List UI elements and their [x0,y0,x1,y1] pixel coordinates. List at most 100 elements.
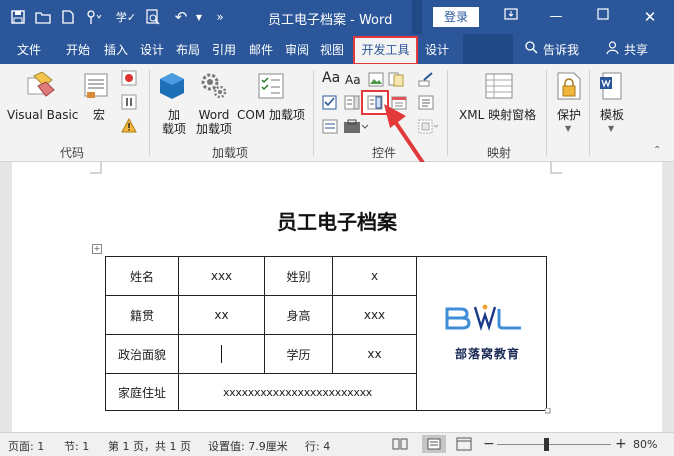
rich-text-control-icon[interactable]: Aa [322,71,340,85]
tab-insert[interactable]: 插入 [104,41,128,58]
status-section[interactable]: 节: 1 [64,438,89,454]
group-divider [546,70,547,156]
table-cell[interactable]: 家庭住址 [105,373,179,411]
login-button[interactable]: 登录 [433,7,479,27]
text-cursor [221,345,222,363]
visual-basic-button[interactable]: Visual Basic [7,108,78,122]
maximize-icon[interactable] [592,7,614,27]
table-cell[interactable]: 籍贯 [105,295,179,335]
table-cell-political-status[interactable] [178,334,265,374]
combo-box-control-icon[interactable] [344,95,360,113]
print-layout-icon[interactable] [422,435,446,453]
contextual-tab-background [463,34,513,64]
ribbon-display-icon[interactable] [500,7,522,27]
status-position[interactable]: 设置值: 7.9厘米 [208,438,288,454]
title-bar: 学✓ ↶ ▼ » 员工电子档案 - Word 登录 — ✕ [0,0,674,34]
macro-security-icon[interactable] [121,117,137,137]
more-icon[interactable]: » [210,7,230,27]
com-addins-button[interactable]: COM 加载项 [237,108,305,122]
table-cell-photo[interactable]: 部落窝教育 [416,256,547,411]
template-dropdown-icon[interactable]: ▼ [608,122,614,136]
save-icon[interactable] [8,7,28,27]
share-button[interactable]: 共享 [624,41,648,58]
protect-button[interactable]: 保护 [557,108,581,122]
tell-me-box[interactable]: 告诉我 [543,41,579,58]
plain-text-control-icon[interactable]: Aa [345,73,361,87]
blw-logo [445,304,521,331]
open-folder-icon[interactable] [33,7,53,27]
com-addins-icon [257,72,285,103]
repeating-section-control-icon[interactable] [322,119,338,137]
tab-developer[interactable]: 开发工具 [353,36,418,65]
table-resize-handle[interactable] [545,408,551,414]
tab-home[interactable]: 开始 [66,41,90,58]
visual-basic-icon [26,71,56,103]
tab-layout[interactable]: 布局 [176,41,200,58]
protect-icon [556,72,582,103]
table-cell[interactable]: 政治面貌 [105,334,179,374]
addins-button[interactable]: 加 载项 [160,108,188,136]
template-button[interactable]: 模板 [600,108,624,122]
record-macro-icon[interactable] [121,70,137,89]
touch-mode-icon[interactable] [82,7,106,27]
table-cell[interactable]: x [332,256,417,296]
pause-recording-icon[interactable] [121,94,137,113]
table-cell[interactable]: 姓别 [264,256,333,296]
collapse-ribbon-icon[interactable]: ⌃ [653,144,661,158]
table-cell[interactable]: xx [332,334,417,374]
table-cell-address[interactable]: xxxxxxxxxxxxxxxxxxxxxxxx [178,373,417,411]
web-layout-icon[interactable] [456,437,472,454]
group-divider [313,70,314,156]
status-page[interactable]: 页面: 1 [8,438,44,454]
addins-group-label: 加载项 [212,146,249,160]
table-cell[interactable]: xxx [178,256,265,296]
read-mode-icon[interactable] [392,437,408,454]
zoom-in-icon[interactable]: + [615,436,627,452]
zoom-slider-thumb[interactable] [544,438,549,451]
picture-control-icon[interactable] [368,72,384,90]
status-pages[interactable]: 第 1 页，共 1 页 [108,438,191,454]
ribbon: Visual Basic 宏 代码 加 载项 Word 加载项 COM 加载项 … [0,64,674,162]
document-page[interactable]: 员工电子档案 + 姓名 xxx 姓别 x 籍贯 xx 身高 xxx 政治面貌 学… [12,162,662,432]
table-cell[interactable]: xx [178,295,265,335]
tab-references[interactable]: 引用 [212,41,236,58]
spelling-icon[interactable]: 学✓ [115,7,137,27]
xml-mapping-pane-button[interactable]: XML 映射窗格 [459,108,536,122]
tab-view[interactable]: 视图 [320,41,344,58]
undo-dropdown-icon[interactable]: ▼ [192,7,206,27]
margin-corner-mark [550,162,562,174]
undo-icon[interactable]: ↶ [170,7,192,27]
table-cell[interactable]: 姓名 [105,256,179,296]
new-doc-icon[interactable] [58,7,78,27]
group-divider [149,70,150,156]
document-area: 员工电子档案 + 姓名 xxx 姓别 x 籍贯 xx 身高 xxx 政治面貌 学… [0,162,674,432]
table-cell[interactable]: 学历 [264,334,333,374]
checkbox-control-icon[interactable] [322,95,337,113]
tab-file[interactable]: 文件 [17,41,41,58]
zoom-level[interactable]: 80% [633,438,657,451]
word-addins-button[interactable]: Word 加载项 [194,108,234,136]
mapping-group-label: 映射 [487,146,512,160]
design-mode-icon[interactable] [418,72,434,90]
margin-corner-mark [90,162,102,174]
search-icon[interactable] [525,41,538,57]
protect-dropdown-icon[interactable]: ▼ [565,122,571,136]
tab-review[interactable]: 审阅 [285,41,309,58]
status-line[interactable]: 行: 4 [305,438,330,454]
table-cell[interactable]: 身高 [264,295,333,335]
macro-button[interactable]: 宏 [93,108,105,122]
xml-mapping-pane-icon [484,72,514,103]
tab-design[interactable]: 设计 [140,41,164,58]
close-icon[interactable]: ✕ [639,7,661,27]
zoom-out-icon[interactable]: − [483,436,495,452]
zoom-slider-track[interactable] [497,444,611,445]
user-icon[interactable] [606,41,619,57]
table-cell[interactable]: xxx [332,295,417,335]
tab-table-design[interactable]: 设计 [425,41,449,58]
print-preview-icon[interactable] [143,7,163,27]
tab-mailings[interactable]: 邮件 [249,41,273,58]
table-move-handle[interactable]: + [92,244,102,254]
legacy-tools-icon[interactable] [343,119,369,137]
minimize-icon[interactable]: — [545,7,567,27]
building-block-control-icon[interactable] [388,72,404,90]
